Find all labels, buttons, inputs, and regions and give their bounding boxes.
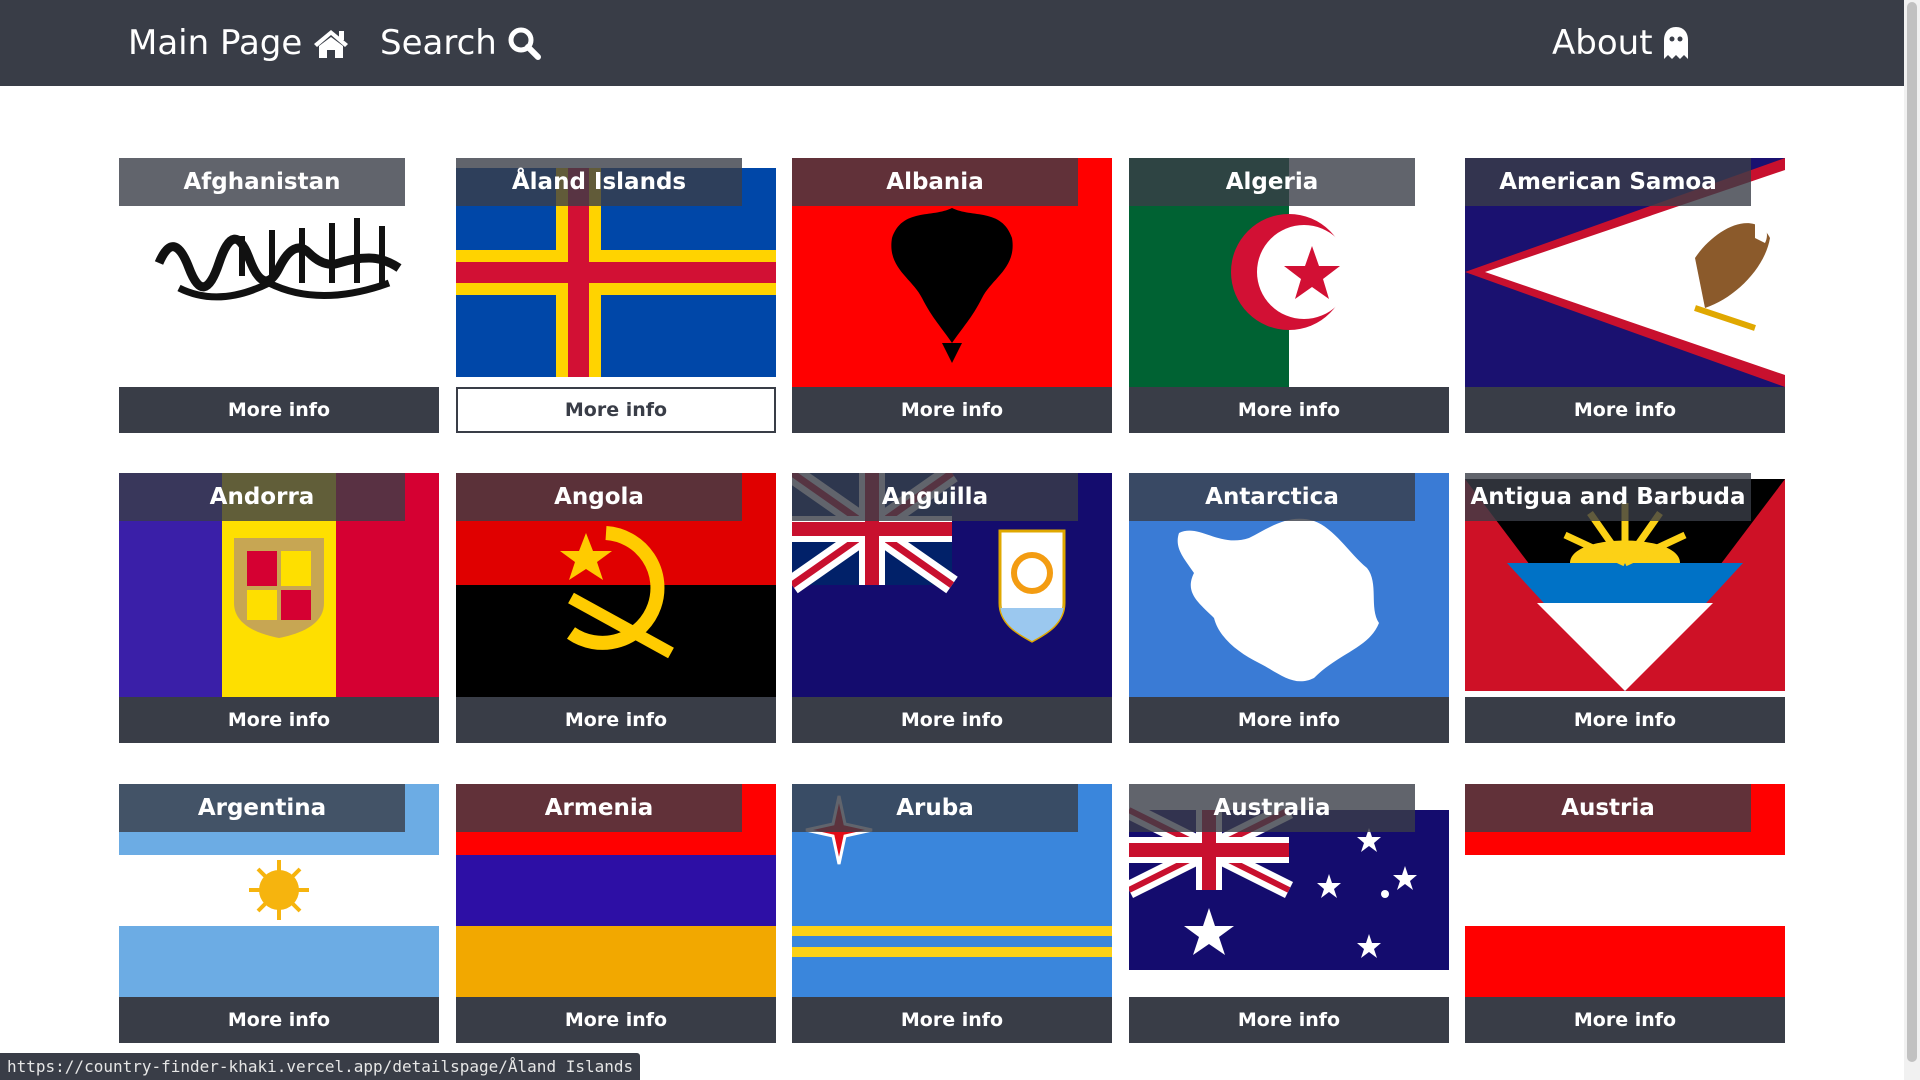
scrollbar-thumb[interactable] [1907, 2, 1917, 1062]
more-info-button[interactable]: More info [456, 997, 776, 1043]
country-card: Andorra More info [119, 473, 439, 743]
home-icon [314, 30, 349, 58]
search-icon [508, 27, 541, 60]
country-name: Armenia [456, 784, 742, 832]
country-card: American Samoa More info [1465, 158, 1785, 433]
nav-search-link[interactable]: Search [380, 0, 541, 86]
country-name: Andorra [119, 473, 405, 521]
more-info-button[interactable]: More info [1129, 997, 1449, 1043]
country-name: American Samoa [1465, 158, 1751, 206]
more-info-button[interactable]: More info [456, 387, 776, 433]
country-card: Afghanistan More info [119, 158, 439, 433]
country-name: Antigua and Barbuda [1465, 473, 1751, 521]
country-name: Anguilla [792, 473, 1078, 521]
country-name: Åland Islands [456, 158, 742, 206]
country-card: Antigua and Barbuda More info [1465, 473, 1785, 743]
nav-main-page-link[interactable]: Main Page [128, 0, 350, 86]
more-info-button[interactable]: More info [119, 697, 439, 743]
country-card: Armenia More info [456, 784, 776, 1043]
status-bar-url: https://country-finder-khaki.vercel.app/… [0, 1053, 641, 1080]
more-info-button[interactable]: More info [792, 697, 1112, 743]
country-name: Angola [456, 473, 742, 521]
country-card: Antarctica More info [1129, 473, 1449, 743]
more-info-button[interactable]: More info [119, 387, 439, 433]
country-card: Aruba More info [792, 784, 1112, 1043]
country-card: Anguilla More info [792, 473, 1112, 743]
country-card: Angola More info [456, 473, 776, 743]
country-name: Afghanistan [119, 158, 405, 206]
country-name: Argentina [119, 784, 405, 832]
more-info-button[interactable]: More info [456, 697, 776, 743]
country-card: Albania More info [792, 158, 1112, 433]
country-card: Åland Islands More info [456, 158, 776, 433]
more-info-button[interactable]: More info [1465, 387, 1785, 433]
country-card: Algeria More info [1129, 158, 1449, 433]
country-name: Algeria [1129, 158, 1415, 206]
ghost-icon [1663, 27, 1688, 59]
country-name: Antarctica [1129, 473, 1415, 521]
more-info-button[interactable]: More info [1129, 697, 1449, 743]
country-name: Australia [1129, 784, 1415, 832]
more-info-button[interactable]: More info [119, 997, 439, 1043]
nav-main-page-label: Main Page [128, 23, 303, 63]
more-info-button[interactable]: More info [1129, 387, 1449, 433]
country-name: Albania [792, 158, 1078, 206]
country-name: Aruba [792, 784, 1078, 832]
vertical-scrollbar[interactable] [1904, 0, 1920, 1080]
country-card: Austria More info [1465, 784, 1785, 1043]
more-info-button[interactable]: More info [1465, 697, 1785, 743]
nav-about-label: About [1552, 23, 1653, 63]
more-info-button[interactable]: More info [1465, 997, 1785, 1043]
country-name: Austria [1465, 784, 1751, 832]
nav-about-link[interactable]: About [1552, 0, 1689, 86]
country-card: Australia More info [1129, 784, 1449, 1043]
country-card: Argentina More info [119, 784, 439, 1043]
nav-search-label: Search [380, 23, 497, 63]
navbar: Main Page Search About [0, 0, 1904, 86]
more-info-button[interactable]: More info [792, 997, 1112, 1043]
more-info-button[interactable]: More info [792, 387, 1112, 433]
